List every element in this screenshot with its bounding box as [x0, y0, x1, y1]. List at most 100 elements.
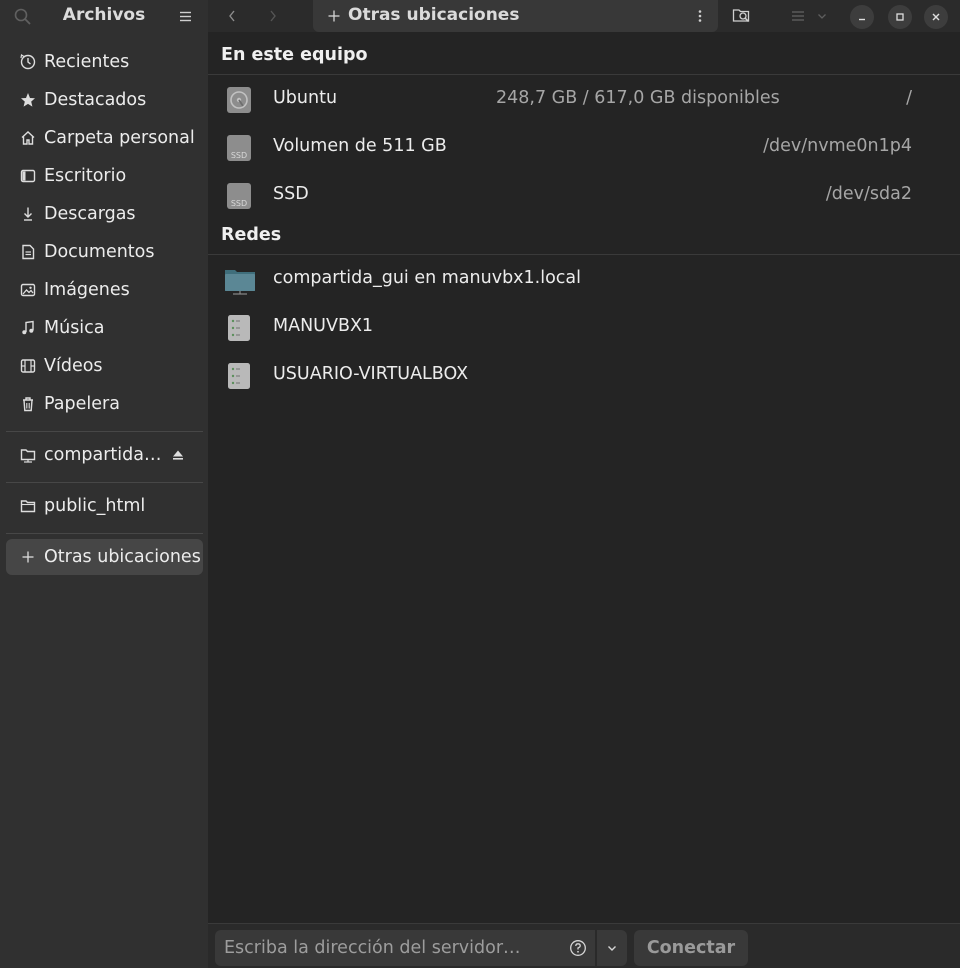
- path-bar[interactable]: Otras ubicaciones: [313, 0, 718, 32]
- sidebar-item-imagenes[interactable]: Imágenes: [6, 272, 203, 308]
- location-name: compartida_gui en manuvbx1.local: [273, 268, 582, 288]
- location-row-volumen-511[interactable]: SSD Volumen de 511 GB /dev/nvme0n1p4: [208, 123, 960, 171]
- server-icon: [224, 361, 254, 391]
- sidebar-item-videos[interactable]: Vídeos: [6, 348, 203, 384]
- hard-disk-icon: [224, 85, 254, 115]
- recent-servers-dropdown[interactable]: [597, 930, 627, 966]
- location-path: /dev/sda2: [825, 184, 912, 204]
- section-title-en-este-equipo: En este equipo: [221, 45, 368, 65]
- sidebar-separator: [6, 482, 203, 483]
- sidebar-item-label: Recientes: [44, 52, 130, 72]
- sidebar-item-descargas[interactable]: Descargas: [6, 196, 203, 232]
- sidebar-item-label: Destacados: [44, 90, 147, 110]
- search-icon: [14, 8, 31, 25]
- folder-search-icon: [732, 9, 750, 23]
- download-icon: [18, 204, 38, 224]
- sidebar-item-label: Otras ubicaciones: [44, 547, 201, 567]
- search-button[interactable]: [12, 6, 34, 28]
- star-icon: [18, 90, 38, 110]
- svg-text:SSD: SSD: [231, 199, 247, 208]
- minimize-icon: [859, 18, 865, 21]
- svg-text:SSD: SSD: [231, 151, 247, 160]
- maximize-button[interactable]: [888, 5, 912, 29]
- location-path: /dev/nvme0n1p4: [763, 136, 912, 156]
- server-connect-bar: Conectar: [208, 923, 960, 968]
- location-row-ubuntu[interactable]: Ubuntu 248,7 GB / 617,0 GB disponibles /: [208, 75, 960, 123]
- sidebar-item-label: Documentos: [44, 242, 155, 262]
- connect-button[interactable]: Conectar: [634, 930, 748, 966]
- sidebar-item-documentos[interactable]: Documentos: [6, 234, 203, 270]
- plus-icon: [327, 9, 341, 23]
- sidebar-item-papelera[interactable]: Papelera: [6, 386, 203, 422]
- sidebar-item-label: Carpeta personal: [44, 128, 195, 148]
- sidebar-item-compartida-mount[interactable]: compartida…: [6, 437, 203, 473]
- plus-icon: [18, 547, 38, 567]
- desktop-icon: [18, 166, 38, 186]
- network-folder-icon: [224, 265, 255, 295]
- chevron-left-icon: [229, 10, 235, 22]
- forward-button[interactable]: [262, 5, 284, 27]
- section-title-redes: Redes: [221, 225, 282, 245]
- location-name: MANUVBX1: [273, 316, 374, 336]
- sidebar-item-label: Escritorio: [44, 166, 127, 186]
- network-row-manuvbx1[interactable]: MANUVBX1: [208, 303, 960, 351]
- view-options-button[interactable]: [814, 5, 830, 27]
- sidebar-item-otras-ubicaciones[interactable]: Otras ubicaciones: [6, 539, 203, 575]
- search-in-folder-button[interactable]: [730, 5, 754, 27]
- location-path: /: [906, 88, 912, 108]
- close-button[interactable]: [924, 5, 948, 29]
- sidebar-separator: [6, 533, 203, 534]
- server-address-input[interactable]: [224, 938, 554, 958]
- app-title: Archivos: [62, 5, 146, 25]
- document-icon: [18, 242, 38, 262]
- minimize-button[interactable]: [850, 5, 874, 29]
- location-name: Ubuntu: [273, 88, 338, 108]
- location-name: SSD: [273, 184, 309, 204]
- sidebar-item-public-html[interactable]: public_html: [6, 488, 203, 524]
- path-menu-icon[interactable]: [692, 8, 708, 24]
- eject-icon[interactable]: [171, 448, 185, 462]
- music-icon: [18, 318, 38, 338]
- sidebar-item-musica[interactable]: Música: [6, 310, 203, 346]
- location-name: Volumen de 511 GB: [273, 136, 447, 156]
- sidebar-item-escritorio[interactable]: Escritorio: [6, 158, 203, 194]
- help-icon[interactable]: [569, 939, 587, 957]
- sidebar-item-recientes[interactable]: Recientes: [6, 44, 203, 80]
- sidebar-separator: [6, 431, 203, 432]
- video-icon: [18, 356, 38, 376]
- header-bar: Otras ubicaciones: [208, 0, 960, 32]
- maximize-icon: [896, 13, 904, 21]
- sidebar-item-label: public_html: [44, 496, 146, 516]
- network-row-compartida-gui[interactable]: compartida_gui en manuvbx1.local: [208, 255, 960, 303]
- list-view-icon: [792, 11, 804, 21]
- sidebar-item-label: Música: [44, 318, 105, 338]
- hamburger-icon: [180, 11, 191, 22]
- path-bar-label: Otras ubicaciones: [348, 5, 520, 25]
- server-icon: [224, 313, 254, 343]
- clock-icon: [18, 52, 38, 72]
- main-menu-button[interactable]: [176, 7, 196, 27]
- sidebar-item-destacados[interactable]: Destacados: [6, 82, 203, 118]
- back-button[interactable]: [221, 5, 243, 27]
- sidebar-item-label: Descargas: [44, 204, 136, 224]
- ssd-icon: SSD: [224, 133, 254, 163]
- chevron-down-icon: [608, 946, 616, 951]
- sidebar: Archivos Recientes Destacados Carpeta pe…: [0, 0, 208, 968]
- view-list-button[interactable]: [786, 5, 810, 27]
- ssd-icon: SSD: [224, 181, 254, 211]
- server-address-container: [215, 930, 595, 966]
- close-icon: [932, 13, 940, 21]
- network-row-usuario-virtualbox[interactable]: USUARIO-VIRTUALBOX: [208, 351, 960, 399]
- location-name: USUARIO-VIRTUALBOX: [273, 364, 469, 384]
- sidebar-item-label: Papelera: [44, 394, 120, 414]
- trash-icon: [18, 394, 38, 414]
- chevron-right-icon: [270, 10, 276, 22]
- location-capacity: 248,7 GB / 617,0 GB disponibles: [496, 88, 780, 108]
- chevron-down-icon: [818, 14, 826, 19]
- home-icon: [18, 128, 38, 148]
- sidebar-item-carpeta-personal[interactable]: Carpeta personal: [6, 120, 203, 156]
- image-icon: [18, 280, 38, 300]
- sidebar-item-label: Vídeos: [44, 356, 103, 376]
- sidebar-header: Archivos: [0, 0, 208, 32]
- location-row-ssd[interactable]: SSD SSD /dev/sda2: [208, 171, 960, 219]
